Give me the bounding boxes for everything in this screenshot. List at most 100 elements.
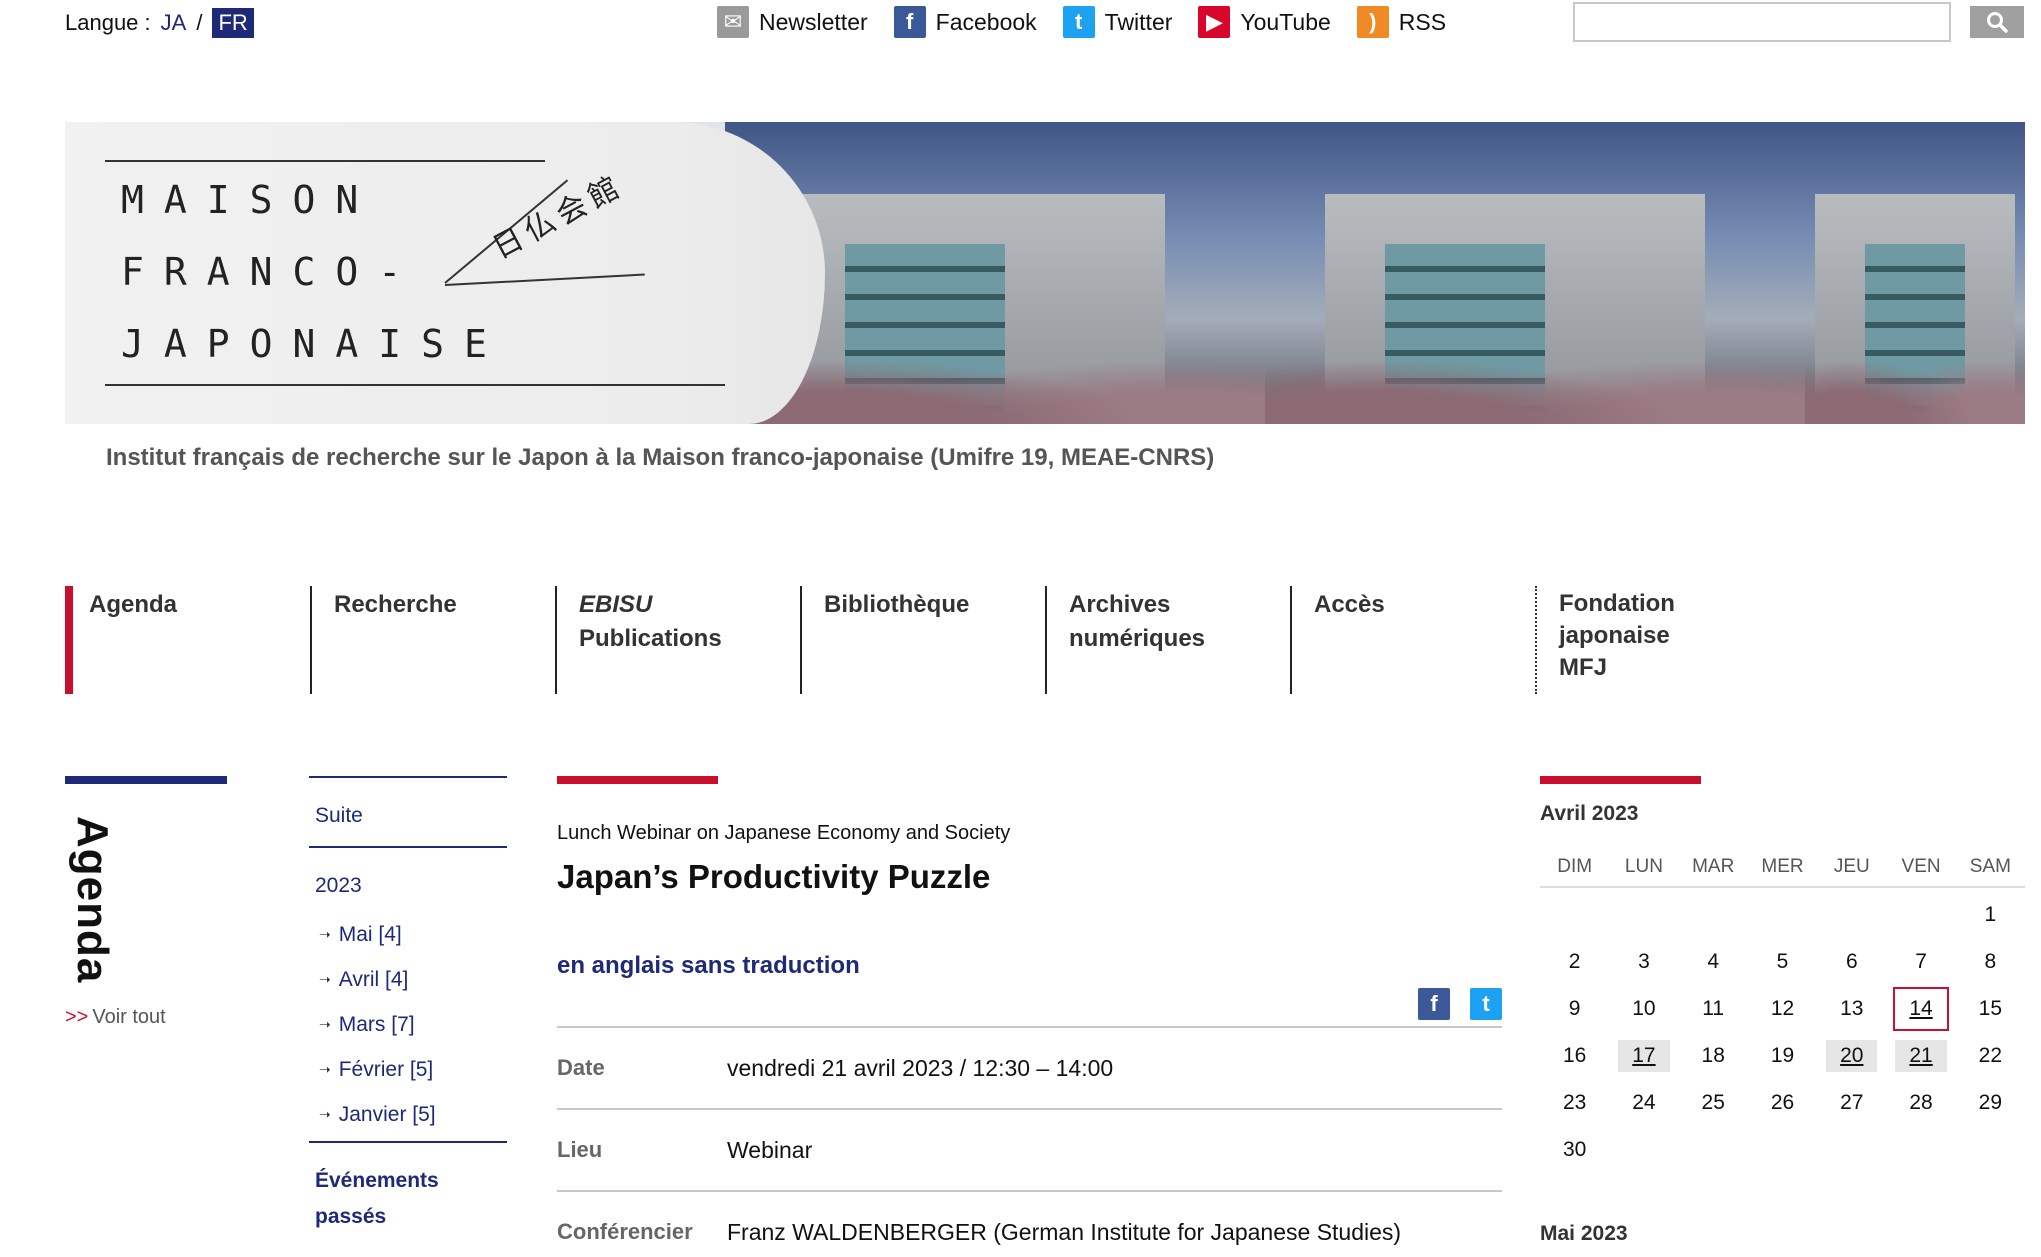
nav-archives[interactable]: Archives numériques	[1045, 586, 1290, 694]
logo-line-2: FRANCO-	[121, 250, 422, 294]
calendar-day: 18	[1679, 1032, 1748, 1079]
search-input[interactable]	[1573, 2, 1951, 42]
calendar-day-number: 29	[1978, 1090, 2003, 1114]
calendar-day: 25	[1679, 1079, 1748, 1126]
calendar-day-number: 12	[1770, 996, 1795, 1020]
nav-ebisu-label: EBISU	[579, 591, 653, 618]
agenda-sidebar: Agenda >> Voir tout	[65, 776, 227, 1028]
facebook-link[interactable]: f Facebook	[893, 6, 1037, 38]
youtube-link[interactable]: ▶ YouTube	[1198, 6, 1331, 38]
calendar-day-number: 30	[1562, 1137, 1587, 1161]
info-row-lieu: Lieu Webinar	[557, 1108, 1502, 1190]
weekday-label: VEN	[1901, 856, 1941, 877]
language-fr-link[interactable]: FR	[212, 8, 254, 38]
year-2023-link[interactable]: 2023	[309, 874, 509, 898]
share-twitter-icon[interactable]: t	[1470, 988, 1502, 1020]
month-fevrier-link[interactable]: ➝ Février [5]	[309, 1047, 509, 1092]
calendar-day: 3	[1609, 938, 1678, 985]
info-label: Conférencier	[557, 1219, 693, 1244]
calendar-month-title: Avril 2023	[1540, 802, 1639, 825]
calendar-empty-cell	[1886, 891, 1955, 938]
archive-list: Suite 2023 ➝ Mai [4] ➝ Avril [4] ➝ Mars [7]…	[309, 776, 509, 1235]
calendar-day-number: 11	[1702, 996, 1725, 1020]
nav-recherche-label: Recherche	[334, 591, 457, 618]
site-subtitle: Institut français de recherche sur le Ja…	[106, 444, 1215, 471]
calendar-day-number: 21	[1895, 1039, 1947, 1072]
nav-acces[interactable]: Accès	[1290, 586, 1535, 694]
calendar-day-number: 1	[1984, 902, 1997, 926]
calendar-day-number: 17	[1618, 1039, 1670, 1072]
social-links: ✉ Newsletter f Facebook t Twitter ▶ YouT…	[717, 6, 1446, 38]
newsletter-label: Newsletter	[759, 8, 868, 35]
suite-link[interactable]: Suite	[309, 804, 509, 828]
calendar-empty-cell	[1540, 891, 1609, 938]
logo-rule-bottom	[105, 384, 725, 386]
event-series: Lunch Webinar on Japanese Economy and So…	[557, 822, 1011, 844]
bullet-arrow-icon: ➝	[319, 971, 331, 987]
calendar-day-number: 13	[1840, 996, 1864, 1020]
share-buttons: f t	[1418, 988, 1502, 1020]
nav-fondation[interactable]: Fondation japonaise MFJ	[1535, 586, 1780, 694]
calendar-day-number: 19	[1770, 1043, 1795, 1067]
twitter-link[interactable]: t Twitter	[1062, 6, 1173, 38]
event-title: Japan’s Productivity Puzzle	[557, 858, 991, 895]
month-label: Janvier [5]	[338, 1102, 436, 1126]
month-avril-link[interactable]: ➝ Avril [4]	[309, 957, 509, 1002]
calendar-day: 12	[1748, 985, 1817, 1032]
month-label: Avril [4]	[338, 967, 409, 991]
facebook-label: Facebook	[935, 8, 1037, 35]
calendar-day-number: 14	[1893, 986, 1949, 1031]
content-red-bar	[557, 776, 718, 784]
share-facebook-icon[interactable]: f	[1418, 988, 1450, 1020]
youtube-label: YouTube	[1240, 8, 1331, 35]
facebook-icon: f	[893, 6, 926, 38]
language-ja-link[interactable]: JA	[161, 10, 187, 36]
calendar-day[interactable]: 17	[1609, 1032, 1678, 1079]
calendar-day: 4	[1679, 938, 1748, 985]
calendar-day[interactable]: 14	[1886, 985, 1955, 1032]
rss-label: RSS	[1398, 8, 1447, 35]
search-button[interactable]	[1970, 6, 2024, 38]
calendar-day: 1	[1956, 891, 2025, 938]
newsletter-link[interactable]: ✉ Newsletter	[717, 6, 868, 38]
calendar-day: 5	[1748, 938, 1817, 985]
nav-agenda[interactable]: Agenda	[65, 586, 310, 694]
calendar-day-number: 10	[1632, 996, 1656, 1020]
language-switcher: Langue : JA / FR	[65, 8, 254, 38]
main-nav: Agenda Recherche EBISU Publications Bibl…	[65, 586, 1780, 694]
calendar-day: 11	[1679, 985, 1748, 1032]
nav-acces-label: Accès	[1314, 591, 1385, 618]
past-events-link[interactable]: Événements passés	[309, 1163, 509, 1235]
calendar-day-number: 3	[1638, 949, 1650, 973]
agenda-vertical-title: Agenda	[68, 816, 117, 984]
calendar-day[interactable]: 20	[1817, 1032, 1886, 1079]
nav-ebisu-publications[interactable]: EBISU Publications	[555, 586, 800, 694]
month-mars-link[interactable]: ➝ Mars [7]	[309, 1002, 509, 1047]
calendar-day: 19	[1748, 1032, 1817, 1079]
rss-link[interactable]: ) RSS	[1356, 6, 1447, 38]
info-value: vendredi 21 avril 2023 / 12:30 – 14:00	[727, 1054, 1114, 1081]
building-photo-2	[1265, 122, 1805, 424]
logo-japanese: 日仏会館	[486, 167, 631, 267]
calendar-day-number: 2	[1568, 949, 1581, 973]
info-row-conferencier: Conférencier Franz WALDENBERGER (German …	[557, 1190, 1502, 1257]
language-label: Langue :	[65, 10, 151, 35]
month-janvier-link[interactable]: ➝ Janvier [5]	[309, 1092, 509, 1137]
voir-tout-link[interactable]: >> Voir tout	[65, 1006, 166, 1029]
bullet-arrow-icon: ➝	[319, 926, 331, 942]
nav-fondation-label-2: japonaise	[1559, 622, 1670, 649]
weekday-label: MAR	[1692, 856, 1735, 877]
month-mai-link[interactable]: ➝ Mai [4]	[309, 912, 509, 957]
calendar-day: 16	[1540, 1032, 1609, 1079]
header-banner[interactable]: MAISON FRANCO- JAPONAISE 日仏会館	[65, 122, 2025, 424]
mail-icon: ✉	[717, 6, 749, 38]
logo-underline	[444, 273, 645, 286]
calendar-day-number: 25	[1701, 1090, 1725, 1114]
twitter-label: Twitter	[1104, 8, 1173, 35]
calendar-day-number: 27	[1840, 1090, 1864, 1114]
nav-recherche[interactable]: Recherche	[310, 586, 555, 694]
calendar-day[interactable]: 21	[1886, 1032, 1955, 1079]
month-label: Mars [7]	[338, 1012, 415, 1036]
nav-bibliotheque[interactable]: Bibliothèque	[800, 586, 1045, 694]
voir-tout-label: Voir tout	[92, 1006, 166, 1028]
